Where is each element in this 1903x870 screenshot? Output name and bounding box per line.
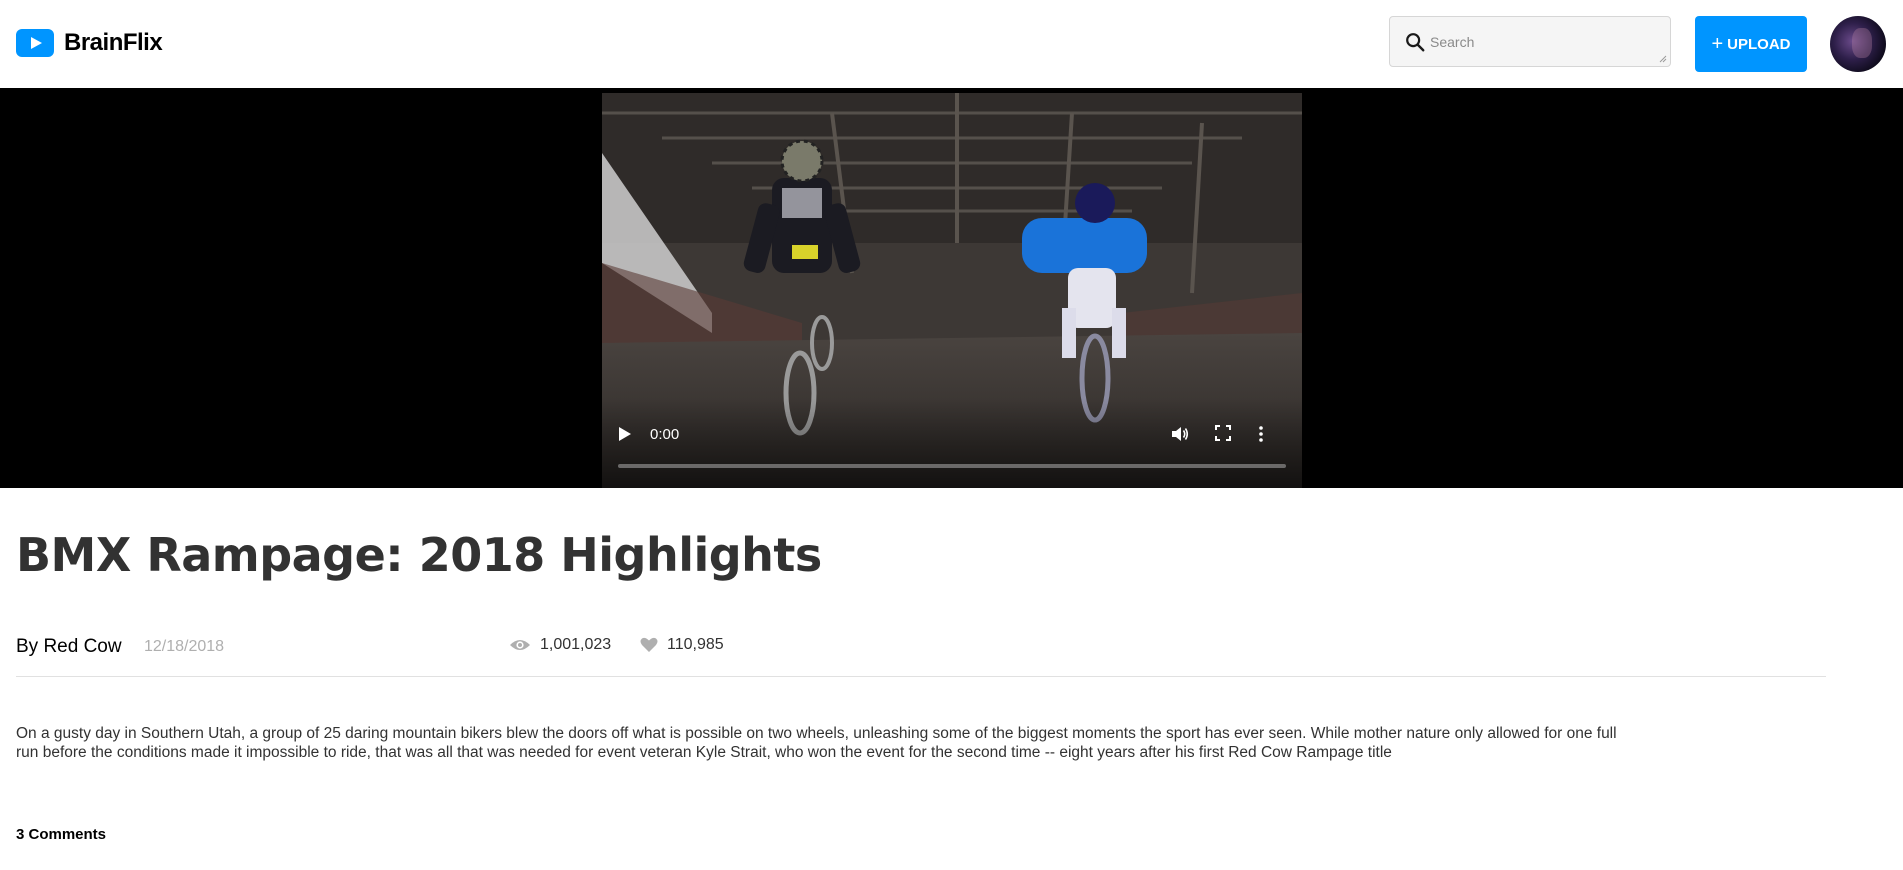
video-player[interactable]: 0:00 — [602, 93, 1302, 488]
likes-count: 110,985 — [667, 636, 724, 653]
eye-icon — [510, 640, 530, 650]
likes-stat: 110,985 — [640, 636, 724, 654]
fullscreen-icon[interactable] — [1215, 425, 1231, 441]
brainflix-logo[interactable]: BrainFlix — [16, 29, 163, 57]
video-date: 12/18/2018 — [144, 638, 225, 655]
progress-bar[interactable] — [618, 464, 1286, 468]
video-author: By Red Cow — [16, 636, 122, 657]
views-count: 1,001,023 — [540, 636, 612, 653]
video-description: On a gusty day in Southern Utah, a group… — [16, 725, 1617, 761]
upload-label: UPLOAD — [1727, 35, 1791, 53]
plus-icon: + — [1711, 33, 1724, 55]
search-icon — [1406, 33, 1425, 52]
site-header: BrainFlix + UPLOAD — [0, 0, 1903, 88]
volume-icon[interactable] — [1171, 425, 1189, 443]
logo-text: BrainFlix — [64, 29, 163, 56]
views-stat: 1,001,023 — [509, 636, 611, 654]
more-vertical-icon[interactable] — [1258, 425, 1264, 443]
comments-count: 3 Comments — [16, 826, 107, 843]
search-box — [1389, 16, 1671, 67]
divider — [16, 676, 1826, 677]
heart-icon[interactable] — [640, 637, 658, 653]
search-input[interactable] — [1430, 17, 1660, 66]
play-icon[interactable] — [618, 426, 632, 442]
resize-grip-icon[interactable] — [1659, 55, 1667, 63]
controls-overlay — [602, 398, 1302, 488]
video-title: BMX Rampage: 2018 Highlights — [16, 528, 822, 582]
video-section: 0:00 — [0, 88, 1903, 488]
upload-button[interactable]: + UPLOAD — [1695, 16, 1807, 72]
play-icon — [16, 29, 54, 57]
avatar[interactable] — [1830, 16, 1886, 72]
current-time: 0:00 — [650, 426, 680, 443]
